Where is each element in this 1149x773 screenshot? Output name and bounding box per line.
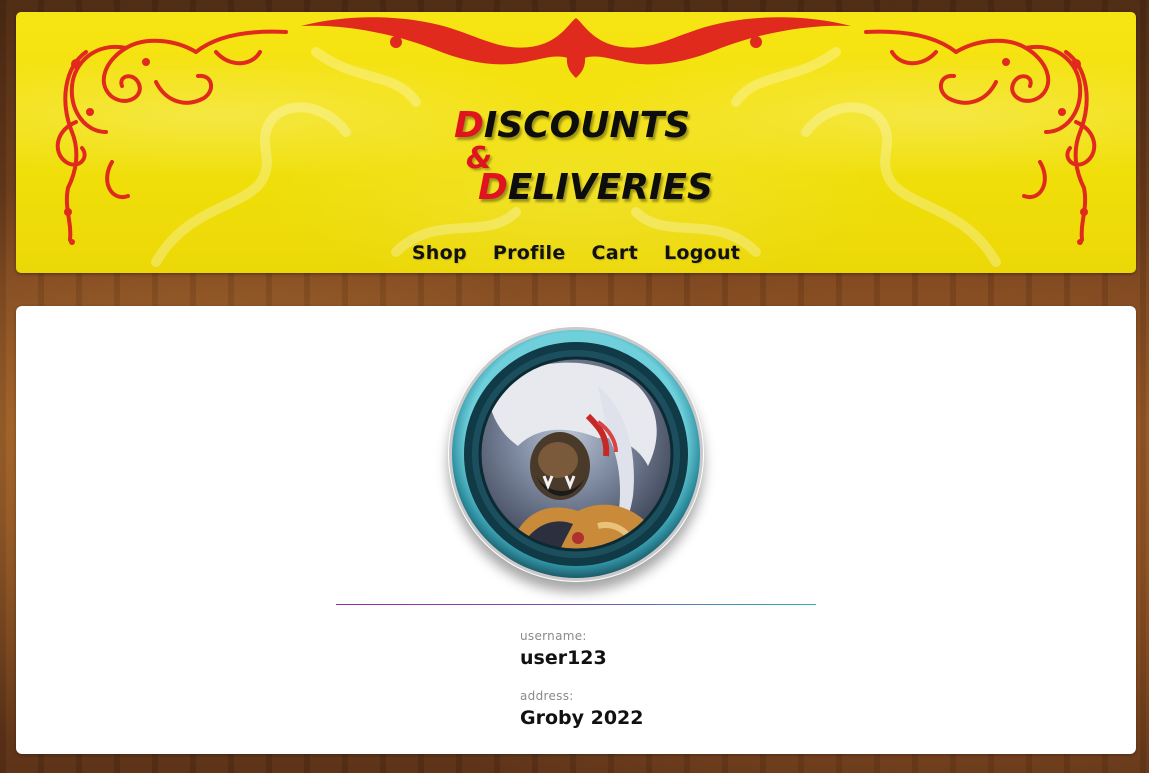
site-header: DISCOUNTS & DELIVERIES Shop Profile Cart… (16, 12, 1136, 273)
nav-link-profile[interactable]: Profile (493, 240, 566, 266)
nav-link-shop[interactable]: Shop (412, 240, 467, 266)
avatar (448, 326, 704, 582)
address-label: address: (520, 689, 574, 703)
brand-word: ISCOUNTS (483, 105, 691, 146)
brand-line-discounts: DISCOUNTS (454, 108, 690, 144)
brand-initial: D (478, 167, 508, 208)
brand-word: ELIVERIES (507, 167, 713, 208)
brand-initial: D (454, 105, 484, 146)
profile-card: username: user123 address: Groby 2022 (16, 306, 1136, 754)
username-field: username: user123 (520, 628, 607, 670)
username-value: user123 (520, 647, 607, 669)
nav-link-logout[interactable]: Logout (664, 240, 740, 266)
address-value: Groby 2022 (520, 707, 644, 729)
nav-link-cart[interactable]: Cart (592, 240, 638, 266)
brand-line-deliveries: DELIVERIES (478, 170, 713, 206)
username-label: username: (520, 629, 587, 643)
main-nav: Shop Profile Cart Logout (16, 240, 1136, 266)
character-portrait-icon (449, 327, 703, 581)
address-field: address: Groby 2022 (520, 688, 644, 730)
profile-divider (336, 604, 816, 605)
brand-logo[interactable]: DISCOUNTS & DELIVERIES (440, 96, 740, 208)
